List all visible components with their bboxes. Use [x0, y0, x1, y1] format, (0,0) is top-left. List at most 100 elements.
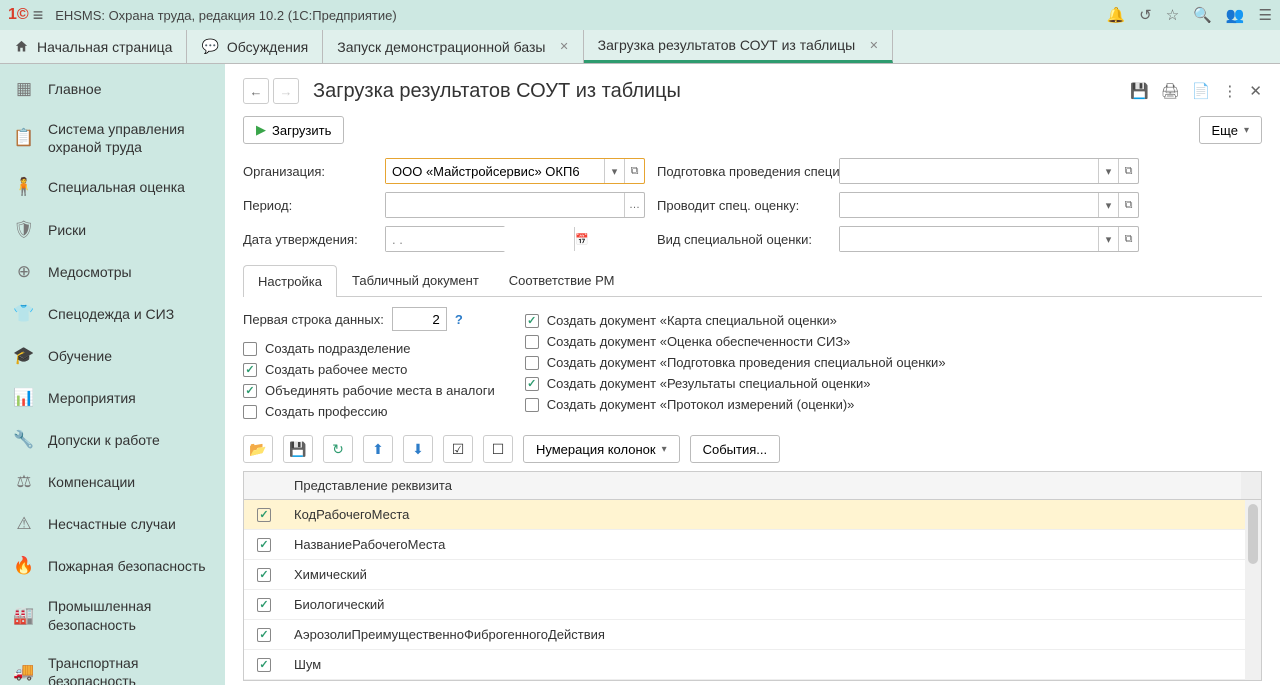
checkbox-icon[interactable] [257, 508, 271, 522]
open-icon[interactable]: ⧉ [1118, 227, 1138, 251]
dropdown-icon[interactable]: ▾ [1098, 159, 1118, 183]
more-button[interactable]: Еще [1199, 116, 1262, 144]
open-icon[interactable]: ⧉ [624, 159, 644, 183]
option-left-checks-0[interactable]: Создать подразделение [243, 341, 495, 356]
help-icon[interactable]: ? [455, 312, 463, 327]
option-left-checks-1[interactable]: Создать рабочее место [243, 362, 495, 377]
open-icon[interactable]: ⧉ [1118, 159, 1138, 183]
events-button[interactable]: События... [690, 435, 781, 463]
option-right-checks-4[interactable]: Создать документ «Протокол измерений (оц… [525, 397, 946, 412]
checkbox-icon[interactable] [257, 628, 271, 642]
sidebar-item-2[interactable]: 🧍Специальная оценка [0, 166, 225, 208]
close-icon[interactable]: ✕ [559, 40, 568, 53]
forward-button[interactable]: → [273, 78, 299, 104]
sidebar-item-7[interactable]: 📊Мероприятия [0, 377, 225, 419]
search-icon[interactable]: 🔍 [1193, 6, 1212, 24]
close-icon[interactable]: ✕ [1249, 82, 1262, 100]
table-row[interactable]: АэрозолиПреимущественноФиброгенногоДейст… [244, 620, 1245, 650]
tab-mapping[interactable]: Соответствие РМ [494, 264, 630, 296]
dropdown-icon[interactable]: ▾ [1098, 193, 1118, 217]
sidebar-item-4[interactable]: ⊕Медосмотры [0, 251, 225, 293]
checkbox-icon[interactable] [525, 398, 539, 412]
star-icon[interactable]: ☆ [1166, 6, 1179, 24]
sidebar-item-11[interactable]: 🔥Пожарная безопасность [0, 545, 225, 587]
back-button[interactable]: ← [243, 78, 269, 104]
window-tabs: Начальная страница 💬 Обсуждения Запуск д… [0, 30, 1280, 64]
calendar-icon[interactable]: 📅 [574, 227, 589, 251]
option-right-checks-3[interactable]: Создать документ «Результаты специальной… [525, 376, 946, 391]
checkbox-icon[interactable] [243, 405, 257, 419]
arrow-up-icon[interactable]: ⬆ [363, 435, 393, 463]
org-input[interactable] [386, 159, 604, 183]
sidebar-item-9[interactable]: ⚖Компенсации [0, 461, 225, 503]
open-icon[interactable]: ⧉ [1118, 193, 1138, 217]
save-icon[interactable]: 💾 [283, 435, 313, 463]
option-right-checks-0[interactable]: Создать документ «Карта специальной оцен… [525, 313, 946, 328]
table-row[interactable]: Биологический [244, 590, 1245, 620]
tab-demo[interactable]: Запуск демонстрационной базы ✕ [323, 30, 583, 63]
checkbox-icon[interactable] [525, 314, 539, 328]
checkbox-icon[interactable] [257, 538, 271, 552]
dropdown-icon[interactable]: ▾ [1098, 227, 1118, 251]
tab-load-results[interactable]: Загрузка результатов СОУТ из таблицы ✕ [584, 30, 894, 63]
first-row-input[interactable] [392, 307, 447, 331]
sidebar-item-3[interactable]: 🛡Риски [0, 209, 225, 251]
option-left-checks-2[interactable]: Объединять рабочие места в аналоги [243, 383, 495, 398]
users-icon[interactable]: 👥 [1226, 6, 1245, 24]
menu-icon[interactable]: ≡ [33, 5, 44, 26]
checkbox-icon[interactable] [243, 384, 257, 398]
checkbox-icon[interactable] [257, 658, 271, 672]
sidebar-item-5[interactable]: 👕Спецодежда и СИЗ [0, 293, 225, 335]
tab-home[interactable]: Начальная страница [0, 30, 187, 63]
folder-open-icon[interactable]: 📂 [243, 435, 273, 463]
sidebar-item-13[interactable]: 🚚Транспортная безопасность [0, 644, 225, 685]
table-row[interactable]: Химический [244, 560, 1245, 590]
checkbox-icon[interactable] [243, 342, 257, 356]
uncheck-all-icon[interactable]: ☐ [483, 435, 513, 463]
tab-discussions[interactable]: 💬 Обсуждения [187, 30, 323, 63]
option-right-checks-2[interactable]: Создать документ «Подготовка проведения … [525, 355, 946, 370]
option-left-checks-3[interactable]: Создать профессию [243, 404, 495, 419]
approval-date-input[interactable] [386, 227, 574, 251]
refresh-icon[interactable]: ↻ [323, 435, 353, 463]
sidebar-item-8[interactable]: 🔧Допуски к работе [0, 419, 225, 461]
checkbox-icon[interactable] [525, 356, 539, 370]
option-label: Создать подразделение [265, 341, 410, 356]
kebab-icon[interactable]: ⋮ [1222, 82, 1237, 100]
sidebar-item-1[interactable]: 📋Система управления охраной труда [0, 110, 225, 166]
dropdown-icon[interactable]: ▾ [604, 159, 624, 183]
checkbox-icon[interactable] [257, 598, 271, 612]
check-all-icon[interactable]: ☑ [443, 435, 473, 463]
bell-icon[interactable]: 🔔 [1106, 6, 1125, 24]
option-right-checks-1[interactable]: Создать документ «Оценка обеспеченности … [525, 334, 946, 349]
checkbox-icon[interactable] [525, 377, 539, 391]
checkbox-icon[interactable] [243, 363, 257, 377]
sidebar-item-6[interactable]: 🎓Обучение [0, 335, 225, 377]
close-icon[interactable]: ✕ [869, 39, 878, 52]
report-icon[interactable]: 📄 [1192, 82, 1211, 100]
checkbox-icon[interactable] [257, 568, 271, 582]
tab-table-doc[interactable]: Табличный документ [337, 264, 494, 296]
table-row[interactable]: НазваниеРабочегоМеста [244, 530, 1245, 560]
ellipsis-icon[interactable]: … [624, 193, 644, 217]
row-label: НазваниеРабочегоМеста [284, 533, 1245, 556]
column-numbering-button[interactable]: Нумерация колонок [523, 435, 680, 463]
history-icon[interactable]: ↺ [1139, 6, 1152, 24]
kind-input[interactable] [840, 227, 1098, 251]
tab-settings[interactable]: Настройка [243, 265, 337, 297]
period-input[interactable] [386, 193, 624, 217]
table-row[interactable]: КодРабочегоМеста [244, 500, 1245, 530]
table-row[interactable]: Шум [244, 650, 1245, 680]
load-button[interactable]: ▶ Загрузить [243, 116, 344, 144]
panel-toggle-icon[interactable]: ☰ [1259, 6, 1272, 24]
scrollbar[interactable] [1245, 500, 1261, 680]
print-icon[interactable]: 🖨 [1161, 82, 1180, 100]
sidebar-item-10[interactable]: ⚠Несчастные случаи [0, 503, 225, 545]
sidebar-item-0[interactable]: ▦Главное [0, 68, 225, 110]
prep-input[interactable] [840, 159, 1098, 183]
assessor-input[interactable] [840, 193, 1098, 217]
sidebar-item-12[interactable]: 🏭Промышленная безопасность [0, 587, 225, 643]
checkbox-icon[interactable] [525, 335, 539, 349]
arrow-down-icon[interactable]: ⬇ [403, 435, 433, 463]
save-icon[interactable]: 💾 [1130, 82, 1149, 100]
